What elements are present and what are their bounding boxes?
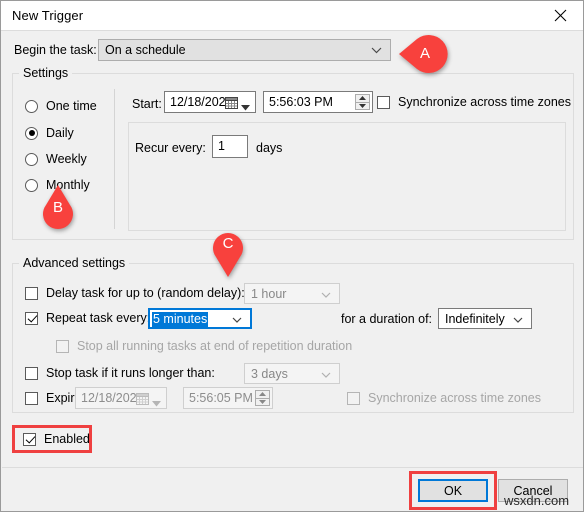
begin-task-value: On a schedule (105, 43, 186, 57)
settings-divider (114, 89, 115, 229)
duration-combobox[interactable]: Indefinitely (438, 308, 532, 329)
calendar-icon (136, 392, 149, 408)
expire-date-input[interactable]: 12/18/2021 (75, 387, 167, 409)
chevron-down-icon (371, 43, 382, 57)
duration-label: for a duration of: (341, 312, 433, 326)
start-date-input[interactable]: 12/18/2020 (164, 91, 256, 113)
title-bar: New Trigger (1, 1, 583, 31)
radio-weekly-label: Weekly (46, 152, 87, 166)
delay-task-checkbox-box (25, 286, 38, 300)
close-icon[interactable] (538, 1, 583, 30)
spinner-down-icon[interactable] (355, 101, 370, 110)
start-time-spinner[interactable] (355, 94, 370, 110)
stop-task-label: Stop task if it runs longer than: (46, 366, 215, 380)
annotation-marker-c-label: C (222, 235, 234, 252)
delay-duration-value: 1 hour (251, 287, 287, 301)
radio-one-time-indicator (25, 99, 38, 113)
repeat-task-checkbox[interactable]: Repeat task every: (25, 311, 150, 325)
expire-checkbox-box (25, 391, 38, 405)
repeat-task-label: Repeat task every: (46, 311, 151, 325)
stop-all-running-tasks-checkbox[interactable]: Stop all running tasks at end of repetit… (56, 339, 352, 353)
expire-time-value: 5:56:05 PM (189, 391, 253, 405)
begin-task-label: Begin the task: (14, 43, 97, 57)
duration-value: Indefinitely (445, 312, 505, 326)
enabled-checkbox-box (23, 432, 36, 446)
repeat-interval-combobox[interactable]: 5 minutes (148, 308, 252, 329)
chevron-down-icon[interactable] (152, 396, 161, 410)
expire-sync-label: Synchronize across time zones (368, 391, 541, 405)
stop-task-duration-value: 3 days (251, 367, 288, 381)
expire-sync-checkbox-box (347, 391, 360, 405)
radio-daily[interactable]: Daily (25, 124, 74, 142)
start-time-input[interactable]: 5:56:03 PM (263, 91, 373, 113)
annotation-marker-c: C (209, 227, 247, 277)
chevron-down-icon (321, 287, 331, 301)
start-sync-timezones-checkbox[interactable]: Synchronize across time zones (377, 95, 571, 109)
expire-date-value: 12/18/2021 (81, 391, 144, 405)
annotation-marker-b: B (39, 185, 77, 235)
delay-task-label: Delay task for up to (random delay): (46, 286, 245, 300)
repeat-task-checkbox-box (25, 311, 38, 325)
start-time-value: 5:56:03 PM (269, 95, 333, 109)
stop-all-label: Stop all running tasks at end of repetit… (77, 339, 353, 353)
bottom-divider (2, 467, 583, 468)
radio-monthly-indicator (25, 178, 38, 192)
new-trigger-dialog: New Trigger Begin the task: On a schedul… (0, 0, 584, 512)
radio-daily-indicator (25, 126, 38, 140)
delay-duration-combobox[interactable]: 1 hour (244, 283, 340, 304)
calendar-icon (225, 96, 238, 112)
watermark: wsxdn.com (504, 493, 570, 508)
expire-time-input[interactable]: 5:56:05 PM (183, 387, 273, 409)
enabled-checkbox[interactable]: Enabled (23, 432, 90, 446)
expire-sync-timezones-checkbox[interactable]: Synchronize across time zones (347, 391, 541, 405)
annotation-marker-a: A (399, 33, 451, 75)
radio-one-time-label: One time (46, 99, 97, 113)
spinner-down-icon[interactable] (255, 397, 270, 406)
stop-task-duration-combobox[interactable]: 3 days (244, 363, 340, 384)
begin-task-combobox[interactable]: On a schedule (98, 39, 391, 61)
spinner-up-icon[interactable] (255, 390, 270, 398)
chevron-down-icon (513, 312, 523, 326)
start-sync-label: Synchronize across time zones (398, 95, 571, 109)
start-date-value: 12/18/2020 (170, 95, 233, 109)
radio-daily-label: Daily (46, 126, 74, 140)
radio-weekly[interactable]: Weekly (25, 150, 87, 168)
start-label: Start: (132, 97, 162, 111)
spinner-up-icon[interactable] (355, 94, 370, 102)
delay-task-checkbox[interactable]: Delay task for up to (random delay): (25, 286, 245, 300)
enabled-label: Enabled (44, 432, 90, 446)
recur-unit-label: days (256, 141, 283, 155)
settings-group-label: Settings (19, 66, 73, 80)
titlebar-divider (1, 30, 583, 31)
start-sync-checkbox-box (377, 95, 390, 109)
expire-time-spinner[interactable] (255, 390, 270, 406)
stop-task-checkbox-box (25, 366, 38, 380)
recur-every-label: Recur every: (135, 141, 206, 155)
stop-task-checkbox[interactable]: Stop task if it runs longer than: (25, 366, 215, 380)
recur-panel (128, 122, 566, 231)
stop-all-checkbox-box (56, 339, 69, 353)
repeat-interval-value: 5 minutes (152, 312, 209, 327)
chevron-down-icon (232, 312, 242, 326)
radio-one-time[interactable]: One time (25, 97, 97, 115)
annotation-marker-a-label: A (419, 45, 430, 62)
recur-every-input[interactable]: 1 (212, 135, 248, 158)
chevron-down-icon (321, 367, 331, 381)
window-title: New Trigger (12, 8, 84, 23)
ok-button[interactable]: OK (418, 479, 488, 502)
radio-weekly-indicator (25, 152, 38, 166)
advanced-settings-group-label: Advanced settings (19, 256, 130, 270)
chevron-down-icon[interactable] (241, 100, 250, 114)
annotation-marker-b-label: B (52, 199, 63, 216)
recur-every-value: 1 (218, 139, 225, 153)
